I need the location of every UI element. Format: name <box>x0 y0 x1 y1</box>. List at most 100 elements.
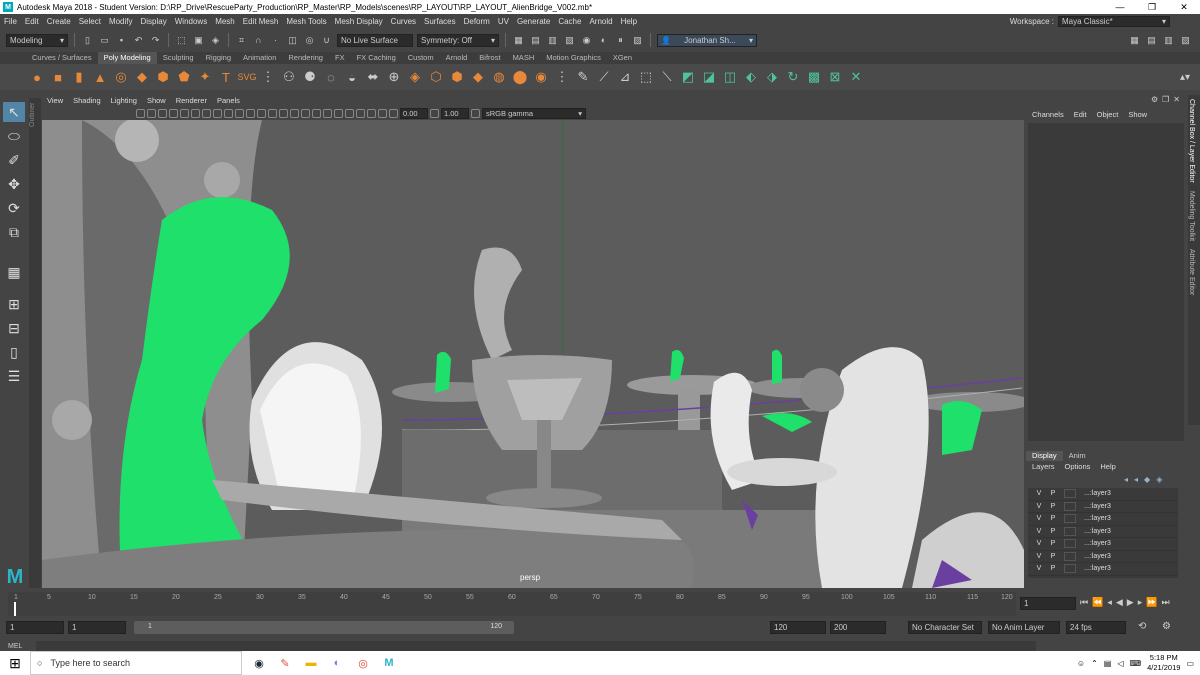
channel-box-float-icon[interactable]: ❐ <box>1162 95 1169 107</box>
wireframe-icon[interactable] <box>235 108 244 118</box>
shelf-tab-custom[interactable]: Custom <box>402 52 440 64</box>
render-frame-icon[interactable]: ▤ <box>529 34 542 47</box>
select-hierarchy-icon[interactable]: ⬚ <box>175 34 188 47</box>
shelf-tab-motion-graphics[interactable]: Motion Graphics <box>540 52 607 64</box>
list-item[interactable]: V P ...:layer3 <box>1028 526 1178 538</box>
go-to-start-icon[interactable]: ⏮ <box>1080 597 1088 608</box>
menu-edit[interactable]: Edit <box>21 17 43 26</box>
lasso-tool-icon[interactable]: ⬭ <box>3 126 25 146</box>
merge-icon[interactable]: ◍ <box>490 68 508 86</box>
uv-planar-icon[interactable]: ◩ <box>679 68 697 86</box>
shelf-tab-animation[interactable]: Animation <box>237 52 282 64</box>
use-all-lights-icon[interactable] <box>279 108 288 118</box>
list-item[interactable]: V P ...:layer3 <box>1028 513 1178 526</box>
layer-color-swatch[interactable] <box>1064 539 1076 549</box>
pause-icon[interactable]: ⏸ <box>614 34 627 47</box>
menu-uv[interactable]: UV <box>494 17 513 26</box>
new-scene-icon[interactable]: ▯ <box>81 34 94 47</box>
color-management-icon[interactable] <box>471 108 480 118</box>
outliner-tab[interactable]: Outliner <box>29 98 41 588</box>
outliner-layout-icon[interactable]: ▯ <box>3 342 25 362</box>
single-perspective-layout-icon[interactable]: ▦ <box>3 262 25 282</box>
move-tool-icon[interactable]: ✥ <box>3 174 25 194</box>
animation-start-field[interactable]: 1 <box>6 621 64 634</box>
menu-file[interactable]: File <box>0 17 21 26</box>
poly-sphere-icon[interactable]: ● <box>28 68 46 86</box>
extrude-icon[interactable]: ⊕ <box>385 68 403 86</box>
network-icon[interactable]: ▤ <box>1104 659 1112 668</box>
viewport-menu-show[interactable]: Show <box>142 96 171 105</box>
four-view-layout-icon[interactable]: ⊞ <box>3 294 25 314</box>
command-language-label[interactable]: MEL <box>8 643 22 650</box>
shelf-tab-mash[interactable]: MASH <box>507 52 541 64</box>
motion-blur-icon[interactable] <box>312 108 321 118</box>
circularize-icon[interactable]: ◉ <box>532 68 550 86</box>
grid-toggle-icon[interactable] <box>169 108 178 118</box>
paint-select-tool-icon[interactable]: ✐ <box>3 150 25 170</box>
uv-checker-icon[interactable]: ▩ <box>805 68 823 86</box>
layer-menu-help[interactable]: Help <box>1100 462 1115 472</box>
shadows-icon[interactable] <box>290 108 299 118</box>
anti-aliasing-icon[interactable] <box>323 108 332 118</box>
layer-visibility-toggle[interactable]: V <box>1032 553 1046 560</box>
uv-automatic-icon[interactable]: ⬖ <box>742 68 760 86</box>
scale-tool-icon[interactable]: ⧉ <box>3 222 25 242</box>
tab-display[interactable]: Display <box>1026 451 1063 461</box>
auto-key-icon[interactable]: ⟲ <box>1138 621 1146 632</box>
gate-mask-icon[interactable] <box>202 108 211 118</box>
poly-cone-icon[interactable]: ▲ <box>91 68 109 86</box>
menu-cache[interactable]: Cache <box>554 17 585 26</box>
discord-icon[interactable]: ◐ <box>328 654 346 672</box>
isolate-select-icon[interactable] <box>345 108 354 118</box>
menu-edit-mesh[interactable]: Edit Mesh <box>239 17 283 26</box>
menu-display[interactable]: Display <box>137 17 171 26</box>
wireframe-on-shaded-icon[interactable] <box>257 108 266 118</box>
uv-spherical-icon[interactable]: ◫ <box>721 68 739 86</box>
layer-color-swatch[interactable] <box>1064 564 1076 574</box>
connect-icon[interactable]: ⊿ <box>616 68 634 86</box>
toggle-tool-settings-icon[interactable]: ▥ <box>1162 34 1175 47</box>
layer-playback-toggle[interactable]: P <box>1046 565 1060 572</box>
resolution-gate-icon[interactable] <box>191 108 200 118</box>
poly-torus-icon[interactable]: ◎ <box>112 68 130 86</box>
shelf-tab-fx[interactable]: FX <box>329 52 351 64</box>
layer-visibility-toggle[interactable]: V <box>1032 540 1046 547</box>
symmetry-dropdown[interactable]: Symmetry: Off ▾ <box>417 33 499 47</box>
channel-menu-channels[interactable]: Channels <box>1032 110 1064 119</box>
layer-color-swatch[interactable] <box>1064 551 1076 561</box>
tab-channel-box-layer-editor[interactable]: Channel Box / Layer Editor <box>1188 95 1195 187</box>
snap-grid-icon[interactable]: ⌗ <box>235 34 248 47</box>
uv-unfold-icon[interactable]: ⊠ <box>826 68 844 86</box>
snap-curve-icon[interactable]: ∩ <box>252 34 265 47</box>
select-component-icon[interactable]: ◈ <box>209 34 222 47</box>
layer-visibility-toggle[interactable]: V <box>1032 503 1046 510</box>
gamma-field[interactable]: 1.00 <box>441 107 469 119</box>
layer-color-swatch[interactable] <box>1064 489 1076 499</box>
append-polygon-icon[interactable]: ◆ <box>469 68 487 86</box>
menu-generate[interactable]: Generate <box>513 17 554 26</box>
step-forward-key-icon[interactable]: ⏩ <box>1146 597 1157 608</box>
separate-icon[interactable]: ⚈ <box>301 68 319 86</box>
maximize-button[interactable]: ❐ <box>1136 2 1168 13</box>
notifications-icon[interactable]: ▭ <box>1186 659 1194 668</box>
step-forward-frame-icon[interactable]: ▸ <box>1138 597 1143 608</box>
ambient-occlusion-icon[interactable] <box>301 108 310 118</box>
smooth-icon[interactable]: ◌ <box>322 68 340 86</box>
uv-layout-icon[interactable]: ✕ <box>847 68 865 86</box>
layer-visibility-toggle[interactable]: V <box>1032 490 1046 497</box>
xray-icon[interactable] <box>356 108 365 118</box>
poly-cube-icon[interactable]: ■ <box>49 68 67 86</box>
animation-preferences-icon[interactable]: ⚙ <box>1162 621 1171 632</box>
new-layer-icon[interactable]: ◆ <box>1144 475 1150 484</box>
workspace-dropdown[interactable]: Maya Classic* ▾ <box>1058 15 1170 27</box>
gamma-icon[interactable] <box>430 108 439 118</box>
shelf-options-icon[interactable]: ▴▾ <box>1176 68 1194 86</box>
ipr-render-icon[interactable]: ▥ <box>546 34 559 47</box>
current-frame-field[interactable]: 1 <box>1020 597 1076 610</box>
target-weld-icon[interactable]: ⟋ <box>595 68 613 86</box>
viewport-menu-panels[interactable]: Panels <box>212 96 245 105</box>
uv-camera-icon[interactable]: ⬗ <box>763 68 781 86</box>
anim-layer-field[interactable]: No Anim Layer <box>988 621 1060 634</box>
combine-icon[interactable]: ⚇ <box>280 68 298 86</box>
smooth-shade-icon[interactable] <box>246 108 255 118</box>
